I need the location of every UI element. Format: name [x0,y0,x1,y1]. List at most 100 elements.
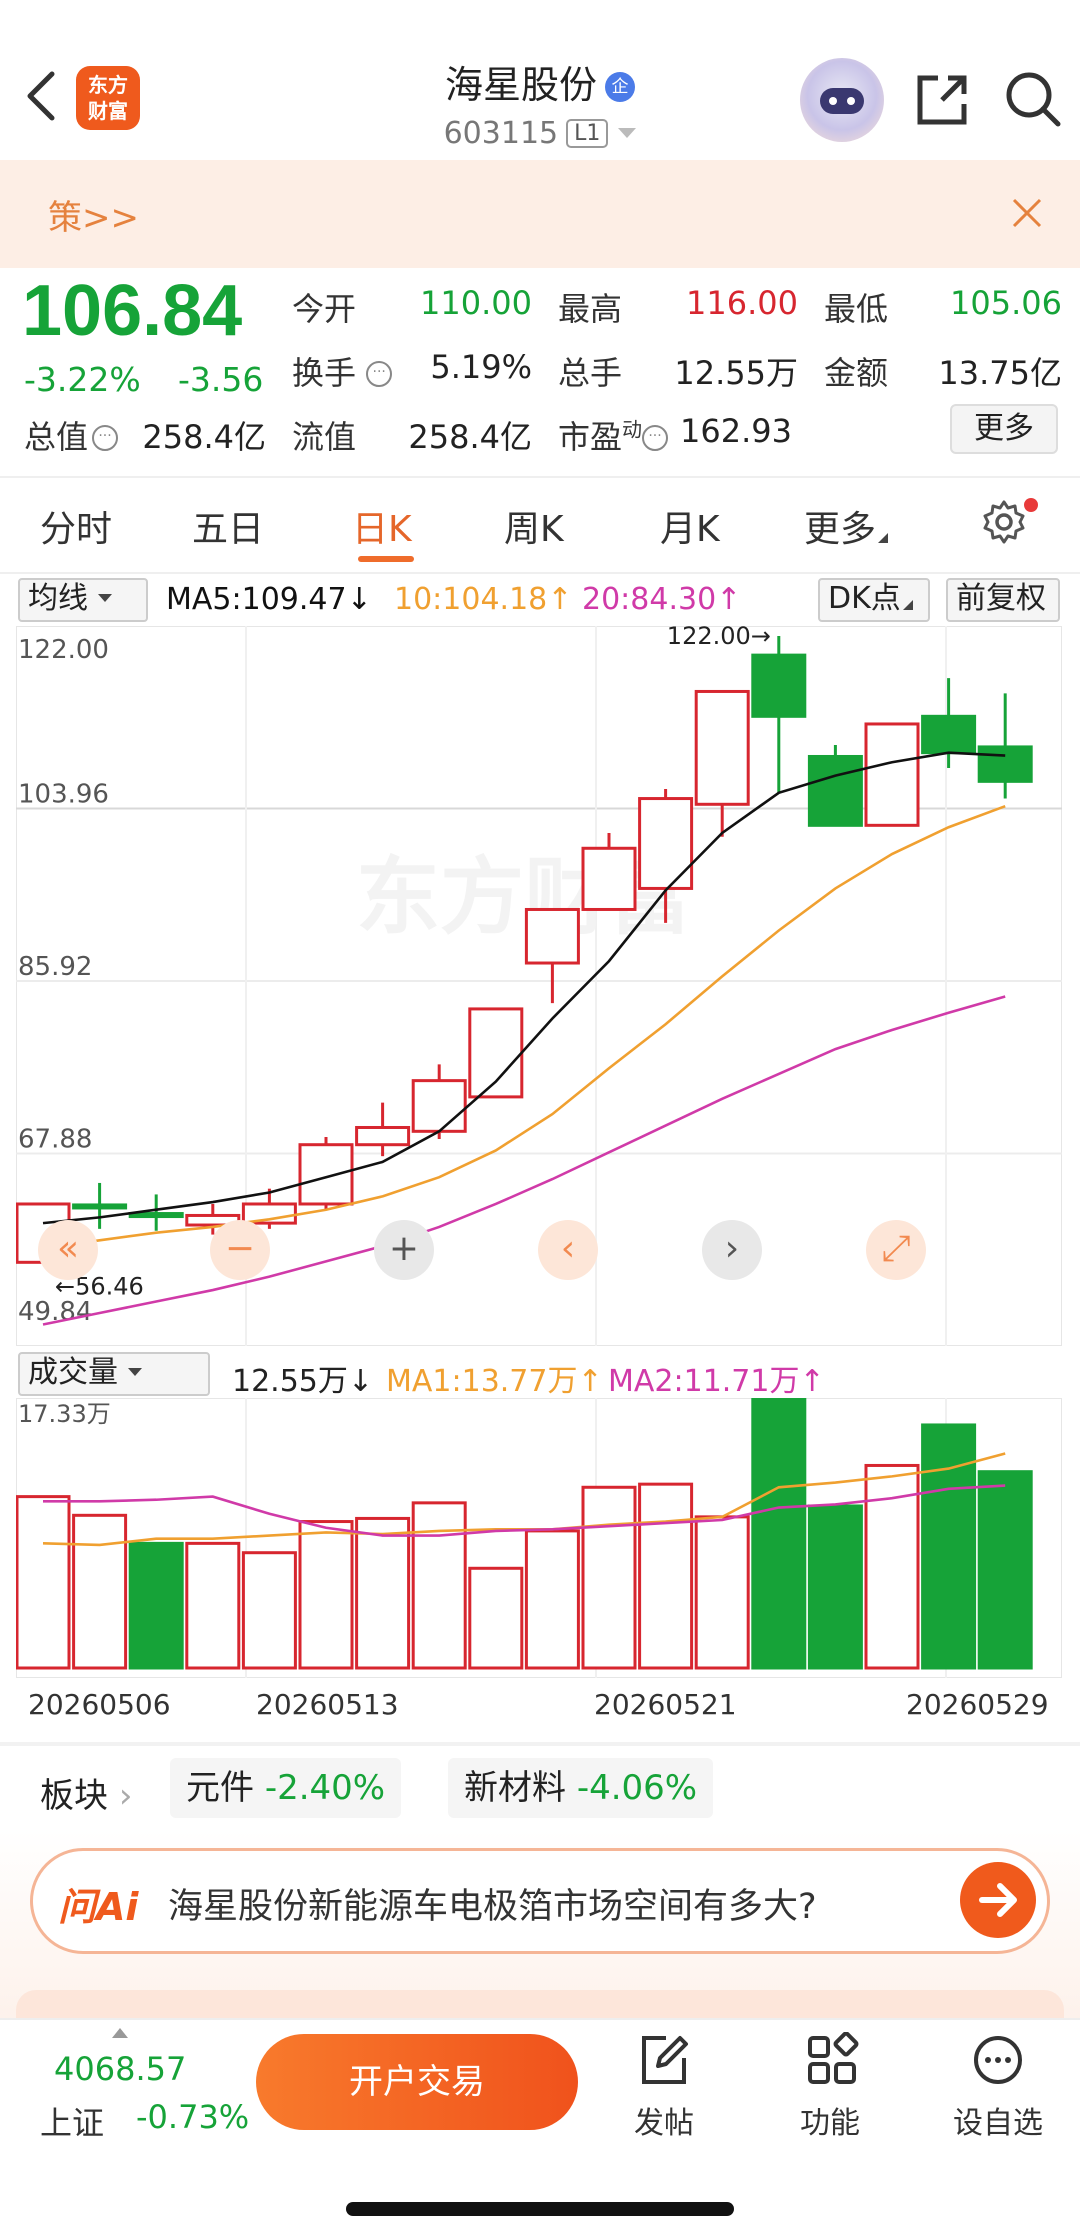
promo-banner[interactable] [0,160,1080,268]
volume-bar [241,1551,297,1670]
zoom-out-icon-glyph: − [225,1228,255,1269]
x-tick-label: 20260529 [906,1688,1049,1721]
vol-ma2-readout: MA2:11.71万↑ [608,1364,825,1399]
volume-bar [298,1520,354,1670]
tab-monthly-k[interactable]: 月K [660,500,720,552]
high-value: 116.00 [686,284,798,322]
sector-label[interactable]: 板块 › [40,1768,132,1817]
sector-chip-new-materials[interactable]: 新材料 -4.06% [448,1758,714,1818]
info-icon[interactable]: ··· [92,425,119,451]
volume-bar [128,1541,184,1670]
candlestick-chart[interactable]: 122.00103.9685.9267.8849.84东方财富122.00→←5… [16,626,1062,1346]
volume-readout: 12.55万↓ [232,1364,374,1399]
ai-question-text[interactable]: 海星股份新能源车电极箔市场空间有多大? [168,1878,817,1929]
tab-five-day[interactable]: 五日 [192,500,264,552]
enterprise-badge: 企 [605,72,635,102]
volume-bar [977,1470,1033,1670]
ma10-readout: 10:104.18↑ [394,582,573,617]
indicator-selector[interactable]: 均线 [18,578,148,622]
dropdown-icon [98,594,112,602]
change-percent: -3.22% [24,360,141,399]
candle-body [468,1007,524,1099]
chevron-down-icon [618,128,637,138]
float-value: 258.4亿 [408,418,532,456]
tab-intraday[interactable]: 分时 [40,500,112,552]
ai-logo: 问Ai [58,1885,139,1929]
close-icon[interactable] [1010,196,1044,230]
index-name[interactable]: 上证 [40,2098,104,2144]
turnover-label: 换手 ··· [292,348,393,394]
ai-go-button[interactable] [960,1862,1036,1938]
volume-bar [72,1513,128,1670]
candle-body [751,653,807,718]
candle-body [921,714,977,755]
add-watchlist-icon[interactable] [970,2032,1026,2088]
watchlist-label[interactable]: 设自选 [938,2098,1058,2142]
volume-bar [694,1515,750,1670]
y-tick-label: 85.92 [18,952,92,982]
adjust-button[interactable]: 前复权 [946,578,1060,622]
dk-point-button[interactable]: DK点 [818,578,930,622]
home-indicator[interactable] [346,2202,734,2216]
index-value[interactable]: 4068.57 [54,2050,186,2088]
high-label: 最高 [558,290,623,328]
caret-up-icon[interactable] [112,2028,128,2038]
share-icon[interactable] [912,70,972,130]
zoom-in-icon-glyph: + [389,1228,419,1269]
volume-top-label: 17.33万 [18,1400,111,1428]
gear-icon[interactable] [980,498,1028,546]
candle-body [355,1125,411,1147]
divider [0,572,1080,574]
y-tick-label: 122.00 [18,635,109,665]
more-quote-button[interactable]: 更多 [950,404,1058,454]
grid-function-icon[interactable] [804,2032,860,2088]
volume-bar [807,1504,863,1670]
ma5-readout: MA5:109.47↓ [166,582,372,617]
candle-body [524,907,580,965]
volume-bar [581,1485,637,1670]
search-icon[interactable] [1002,68,1064,130]
function-label[interactable]: 功能 [770,2098,890,2142]
y-tick-label: 103.96 [18,780,109,810]
pe-label: 市盈动 ··· [558,412,669,458]
banner-text[interactable]: 策>> [48,190,139,239]
candle-body [807,754,863,827]
mktcap-value: 258.4亿 [142,418,266,456]
edit-post-icon[interactable] [636,2032,692,2088]
divider [0,476,1080,478]
candle-body [581,846,637,911]
tab-more[interactable]: 更多 [804,500,889,552]
robot-icon [820,88,864,114]
expand-icon-glyph: ⤢ [882,1228,911,1269]
level1-badge: L1 [566,119,609,148]
mktcap-label: 总值 ··· [24,412,119,458]
index-change[interactable]: -0.73% [136,2098,249,2136]
tab-weekly-k[interactable]: 周K [504,500,564,552]
sector-chip-components[interactable]: 元件 -2.40% [170,1758,402,1818]
candle-body [298,1143,354,1206]
volume-indicator-selector[interactable]: 成交量 [18,1352,210,1396]
candle-body [977,745,1033,783]
candle-body [694,689,750,806]
chevron-right-icon-glyph: › [725,1228,739,1269]
tab-daily-k[interactable]: 日K [352,500,412,552]
open-label: 今开 [292,290,357,328]
corner-triangle-icon [878,533,889,543]
open-account-trade-button[interactable]: 开户交易 [256,2034,578,2130]
info-icon[interactable]: ··· [642,425,669,451]
volume-bar [468,1566,524,1670]
candle-body [638,797,694,890]
current-price: 106.84 [22,271,243,351]
chevron-left-icon-glyph: ‹ [561,1228,575,1269]
volume-bar [921,1423,977,1670]
dropdown-icon [128,1368,142,1376]
post-label[interactable]: 发帖 [604,2098,724,2142]
ma20-readout: 20:84.30↑ [582,582,742,617]
assistant-avatar[interactable] [800,58,884,142]
arrow-right-icon [979,1883,1017,1917]
volume-chart[interactable]: 17.33万 [16,1398,1062,1678]
change-amount: -3.56 [178,360,264,399]
volume-value: 12.55万 [674,354,798,392]
info-icon[interactable]: ··· [366,361,393,387]
amount-value: 13.75亿 [938,354,1062,392]
